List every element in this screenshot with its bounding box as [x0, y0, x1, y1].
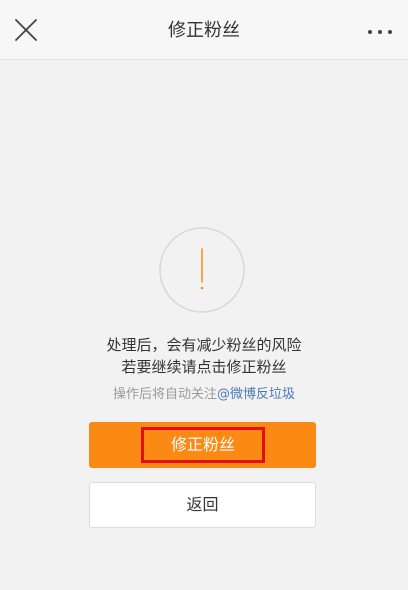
top-bar: 修正粉丝: [0, 0, 408, 60]
follow-note: 操作后将自动关注@微博反垃圾: [0, 383, 408, 402]
more-icon: [368, 30, 392, 34]
back-button[interactable]: 返回: [89, 482, 316, 528]
close-button[interactable]: [10, 14, 42, 46]
exclamation-icon: [159, 227, 245, 313]
anti-spam-account-link[interactable]: @微博反垃圾: [217, 387, 295, 402]
page-title: 修正粉丝: [168, 20, 240, 41]
warning-text-line2: 若要继续请点击修正粉丝: [121, 358, 287, 376]
fix-fans-button-label: 修正粉丝: [141, 427, 265, 463]
app-screen: 修正粉丝 处理后，会有减少粉丝的风险 若要继续请点击修正粉丝 操作后将自动关注@…: [0, 0, 408, 590]
fix-fans-button[interactable]: 修正粉丝: [89, 422, 316, 468]
follow-note-prefix: 操作后将自动关注: [112, 387, 217, 402]
more-button[interactable]: [364, 18, 396, 42]
close-icon: [15, 19, 37, 41]
warning-text-line1: 处理后，会有减少粉丝的风险: [106, 336, 302, 354]
